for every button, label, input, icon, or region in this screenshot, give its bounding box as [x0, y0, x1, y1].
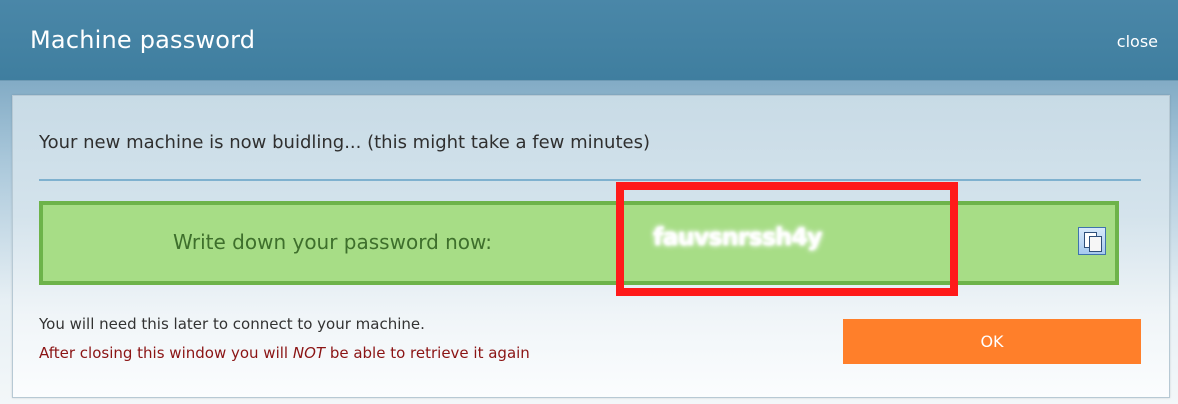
status-message: Your new machine is now buidling... (thi… — [39, 132, 650, 153]
dialog-title: Machine password — [30, 26, 256, 54]
warning-emphasis: NOT — [292, 344, 326, 362]
warning-prefix: After closing this window you will — [39, 344, 293, 362]
warning-note: After closing this window you will NOT b… — [39, 344, 530, 362]
dialog-titlebar: Machine password close — [0, 0, 1178, 81]
close-link[interactable]: close — [1117, 32, 1158, 51]
password-value[interactable]: fauvsnrssh4y — [653, 223, 823, 251]
info-note: You will need this later to connect to y… — [39, 315, 425, 333]
divider — [39, 179, 1141, 181]
warning-suffix: be able to retrieve it again — [325, 344, 530, 362]
ok-button[interactable]: OK — [843, 319, 1141, 364]
dialog-body: Your new machine is now buidling... (thi… — [12, 95, 1170, 398]
copy-button[interactable] — [1078, 227, 1106, 255]
password-label: Write down your password now: — [173, 230, 493, 254]
password-box: Write down your password now: fauvsnrssh… — [39, 201, 1119, 285]
copy-icon-page — [1089, 236, 1102, 252]
